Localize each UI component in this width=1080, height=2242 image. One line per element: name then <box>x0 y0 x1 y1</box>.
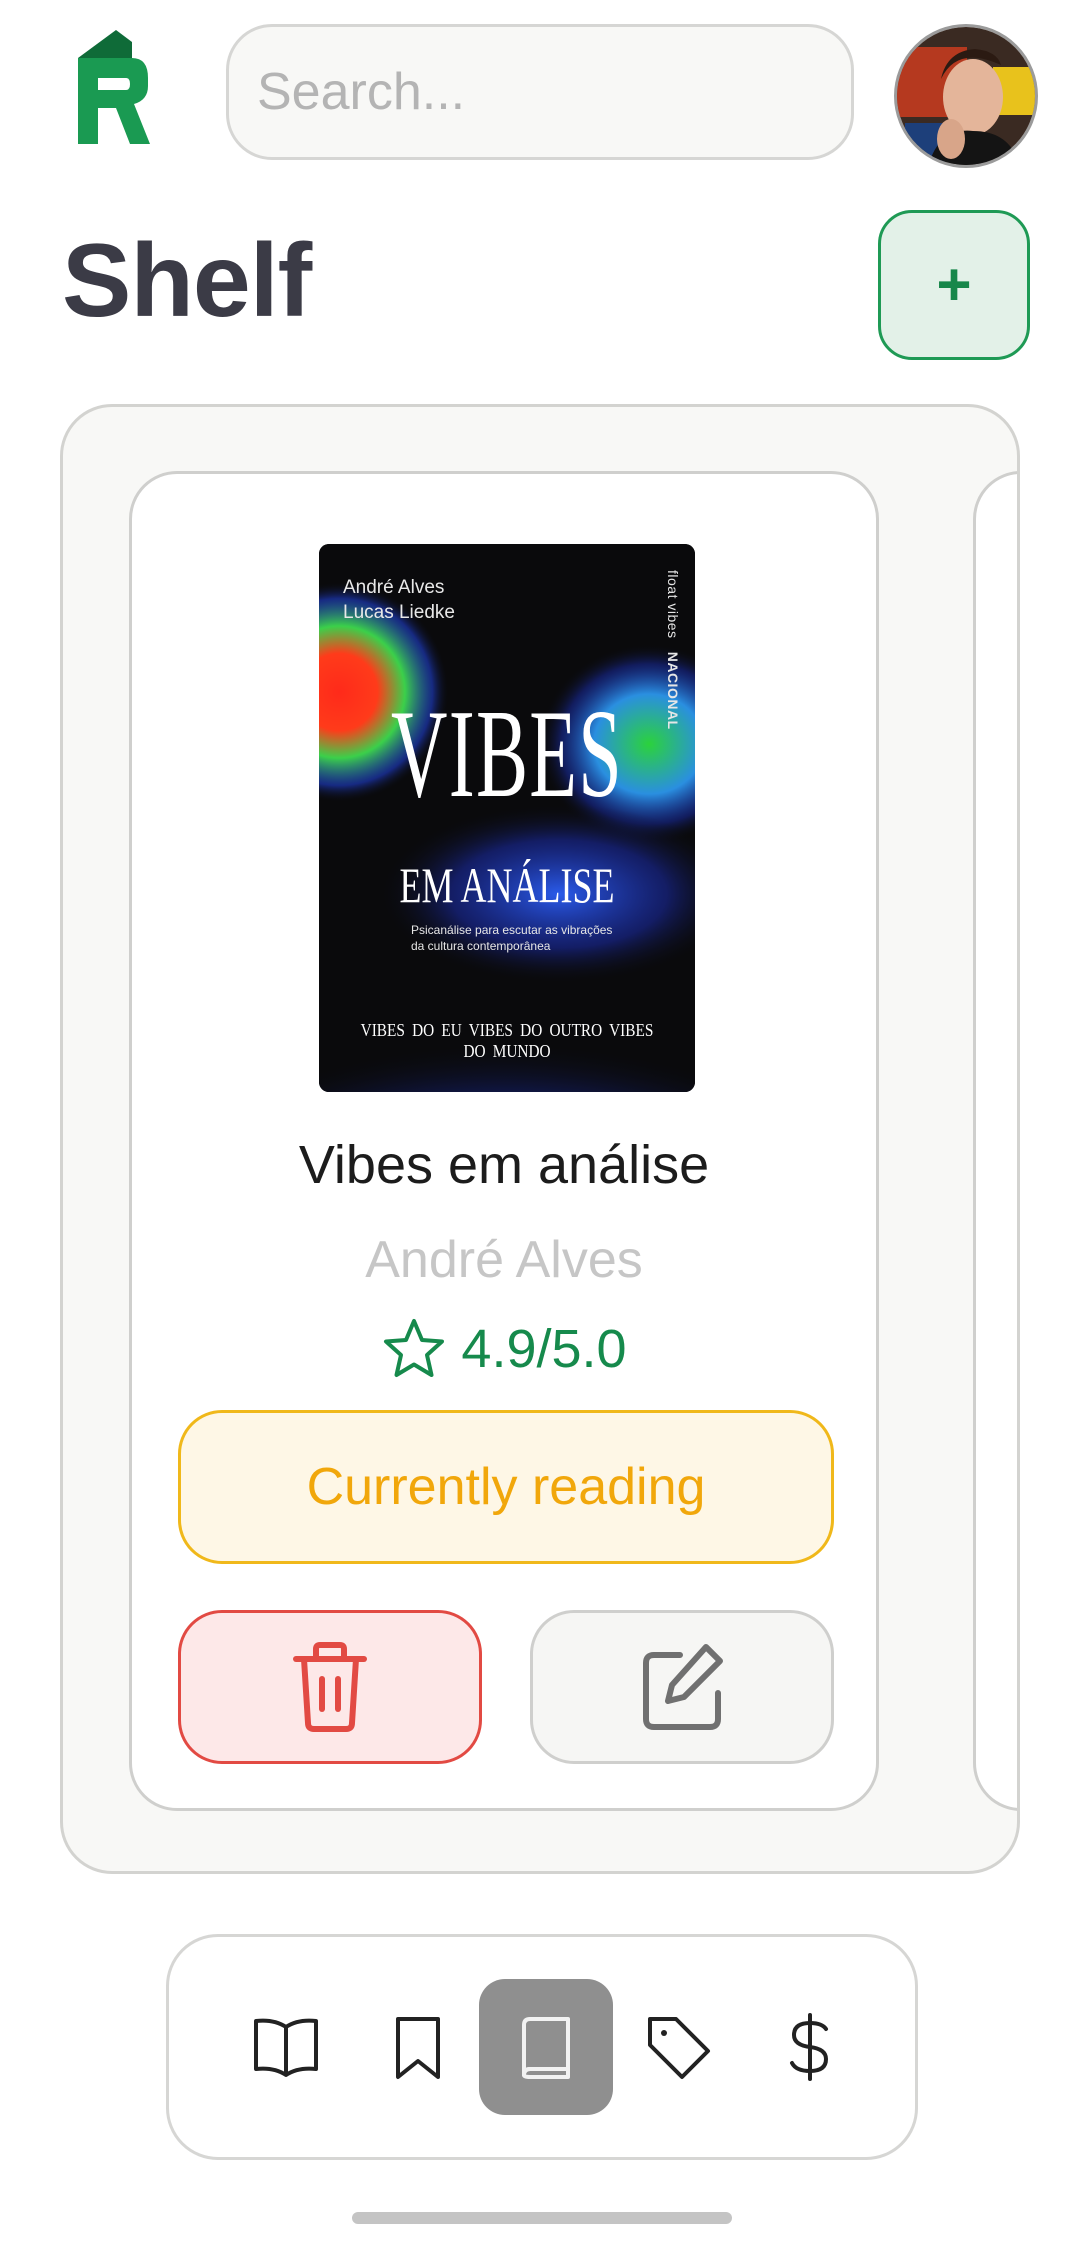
home-indicator[interactable] <box>352 2212 732 2224</box>
trash-icon <box>293 1642 367 1732</box>
book-icon <box>522 2017 570 2079</box>
open-book-icon <box>254 2018 318 2077</box>
star-icon <box>384 1319 445 1377</box>
cover-bottom-text: VIBES DO EU VIBES DO OUTRO VIBES DO MUND… <box>360 1020 654 1061</box>
cover-title-sub: EM ANÁLISE <box>399 857 615 913</box>
book-card[interactable]: André Alves Lucas Liedke float vibes NAC… <box>129 471 879 1811</box>
cover-side-text: float vibes NACIONAL <box>665 570 681 730</box>
nav-item-bookmarks[interactable] <box>351 1979 485 2115</box>
book-title: Vibes em análise <box>298 1135 710 1195</box>
bookmark-icon <box>396 2017 440 2079</box>
cover-side-brand: float vibes <box>665 570 681 639</box>
user-avatar[interactable] <box>894 24 1038 168</box>
cover-subtitle: Psicanálise para escutar as vibrações da… <box>411 923 613 954</box>
dollar-icon <box>790 2013 829 2081</box>
add-book-button[interactable]: + <box>878 210 1030 360</box>
cover-author-2: Lucas Liedke <box>343 601 455 623</box>
nav-item-tags[interactable] <box>611 1979 745 2115</box>
nav-item-shelf[interactable] <box>479 1979 613 2115</box>
reading-status-label: Currently reading <box>306 1458 706 1516</box>
reading-status-button[interactable]: Currently reading <box>178 1410 834 1564</box>
tag-icon <box>648 2017 710 2079</box>
book-cover[interactable]: André Alves Lucas Liedke float vibes NAC… <box>319 544 695 1092</box>
plus-icon: + <box>936 251 972 318</box>
search-input[interactable] <box>257 62 926 122</box>
delete-button[interactable] <box>178 1610 482 1764</box>
cover-author-1: André Alves <box>343 577 445 598</box>
book-rating: 4.9/5.0 <box>132 1316 876 1382</box>
bottom-nav <box>166 1934 918 2160</box>
cover-title: VIBES <box>391 685 623 824</box>
app-logo-icon[interactable] <box>72 28 150 146</box>
edit-icon <box>643 1644 723 1730</box>
nav-item-reading[interactable] <box>219 1979 353 2115</box>
edit-button[interactable] <box>530 1610 834 1764</box>
rating-value: 4.9/5.0 <box>461 1319 627 1379</box>
shelf-carousel[interactable]: André Alves Lucas Liedke float vibes NAC… <box>60 404 1020 1874</box>
next-book-card[interactable] <box>973 471 1017 1811</box>
page-title: Shelf <box>62 223 312 339</box>
search-bar[interactable] <box>226 24 926 160</box>
nav-item-finance[interactable] <box>743 1979 877 2115</box>
book-author: André Alves <box>365 1231 643 1289</box>
cover-side-publisher: NACIONAL <box>665 651 681 730</box>
